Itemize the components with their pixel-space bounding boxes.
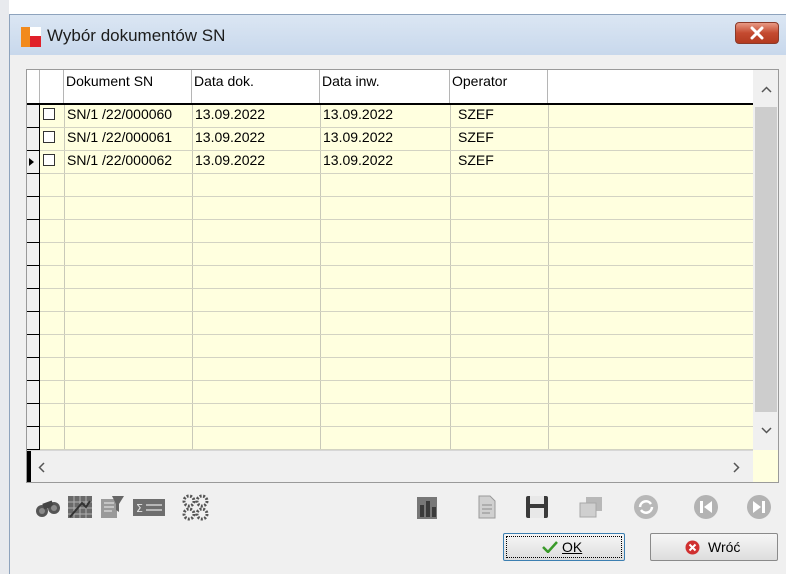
settings-gears-icon[interactable] (180, 493, 212, 521)
last-record-icon[interactable] (745, 493, 773, 521)
row-selector-separator (27, 265, 40, 266)
row-selector-separator (27, 311, 40, 312)
cell-doc-date: 13.09.2022 (195, 129, 266, 145)
filter-icon[interactable] (98, 493, 126, 521)
document-icon[interactable] (472, 493, 500, 521)
column-divider (192, 105, 193, 450)
row-separator (27, 380, 753, 381)
row-checkbox[interactable] (43, 131, 55, 143)
row-separator (27, 196, 753, 197)
row-separator (27, 173, 753, 174)
grid-layout-icon[interactable] (66, 493, 94, 521)
row-selector-separator (27, 127, 40, 128)
column-divider (450, 105, 451, 450)
row-selector-separator (27, 357, 40, 358)
app-icon (21, 27, 41, 47)
column-header-empty (548, 70, 753, 103)
row-selector-column (27, 105, 40, 450)
checkbox-column-header[interactable] (40, 70, 64, 103)
row-separator (27, 242, 753, 243)
row-separator (27, 265, 753, 266)
cell-operator: SZEF (458, 152, 494, 168)
back-button-label: Wróć (708, 539, 741, 555)
desktop-edge (0, 0, 9, 574)
ok-button[interactable]: OK (503, 533, 625, 561)
row-selector-separator (27, 426, 40, 427)
cell-document: SN/1 /22/000060 (67, 106, 173, 122)
row-selector-separator (27, 173, 40, 174)
row-separator (27, 357, 753, 358)
current-row-indicator-icon (29, 158, 34, 166)
binoculars-icon[interactable] (34, 493, 62, 521)
scroll-down-icon[interactable] (761, 427, 772, 434)
scroll-edge-marker (27, 451, 31, 482)
cell-inv-date: 13.09.2022 (323, 152, 394, 168)
scroll-left-icon[interactable] (38, 462, 45, 473)
ok-button-label: OK (562, 539, 583, 555)
window-title: Wybór dokumentów SN (47, 26, 226, 45)
dialog-window: Wybór dokumentów SN Dokument SN Data dok… (9, 14, 786, 574)
row-checkbox[interactable] (43, 108, 55, 120)
column-divider (548, 105, 549, 450)
copy-icon[interactable] (577, 493, 605, 521)
back-button[interactable]: Wróć (650, 533, 778, 561)
column-divider (320, 105, 321, 450)
row-selector-separator (27, 334, 40, 335)
cell-document: SN/1 /22/000062 (67, 152, 173, 168)
row-checkbox[interactable] (43, 154, 55, 166)
row-separator (27, 219, 753, 220)
cell-inv-date: 13.09.2022 (323, 106, 394, 122)
horizontal-scrollbar[interactable] (27, 450, 753, 482)
row-separator (27, 288, 753, 289)
report-icon[interactable] (414, 493, 442, 521)
vertical-scrollbar[interactable] (753, 70, 778, 450)
vertical-scroll-thumb[interactable] (755, 107, 777, 412)
row-selector-separator (27, 242, 40, 243)
column-divider (64, 105, 65, 450)
save-icon[interactable] (523, 493, 551, 521)
column-header-operator[interactable]: Operator (450, 70, 548, 103)
row-separator (27, 403, 753, 404)
cancel-icon (685, 540, 700, 555)
cell-inv-date: 13.09.2022 (323, 129, 394, 145)
row-separator (27, 150, 753, 151)
close-button[interactable] (735, 22, 779, 44)
row-separator (27, 334, 753, 335)
row-selector-separator (27, 403, 40, 404)
row-selector-separator (27, 150, 40, 151)
scroll-up-icon[interactable] (761, 86, 772, 93)
scrollbar-corner (753, 450, 778, 482)
scroll-right-icon[interactable] (733, 462, 740, 473)
documents-grid[interactable]: Dokument SN Data dok. Data inw. Operator… (26, 69, 779, 483)
cell-doc-date: 13.09.2022 (195, 152, 266, 168)
close-icon (750, 26, 764, 40)
column-header-inv-date[interactable]: Data inw. (320, 70, 450, 103)
row-separator (27, 127, 753, 128)
row-indicator-header (27, 70, 40, 103)
cell-doc-date: 13.09.2022 (195, 106, 266, 122)
first-record-icon[interactable] (692, 493, 720, 521)
row-selector-separator (27, 288, 40, 289)
cell-operator: SZEF (458, 129, 494, 145)
cell-operator: SZEF (458, 106, 494, 122)
column-header-document[interactable]: Dokument SN (64, 70, 192, 103)
refresh-icon[interactable] (632, 493, 660, 521)
row-selector-separator (27, 196, 40, 197)
row-selector-separator (27, 219, 40, 220)
row-separator (27, 426, 753, 427)
row-separator (27, 311, 753, 312)
cell-document: SN/1 /22/000061 (67, 129, 173, 145)
row-selector-separator (27, 380, 40, 381)
checkmark-icon (542, 541, 558, 553)
sum-icon[interactable]: Σ (132, 493, 166, 521)
svg-text:Σ: Σ (136, 502, 143, 515)
title-bar: Wybór dokumentów SN (10, 15, 786, 55)
column-header-doc-date[interactable]: Data dok. (192, 70, 320, 103)
